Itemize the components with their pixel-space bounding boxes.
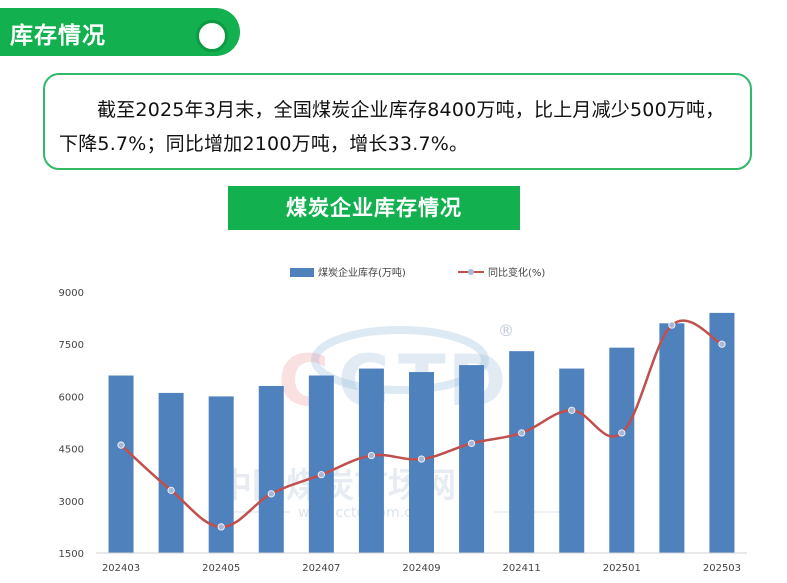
legend-bar-swatch [290,268,314,277]
yoy-point [267,490,275,498]
yoy-point [568,406,576,414]
x-tick-label: 202405 [202,563,240,574]
header-title: 库存情况 [10,23,106,49]
inventory-bar [509,351,535,553]
x-tick-label: 202411 [503,563,541,574]
inventory-chart: C C T D ® 中国煤炭市场网 www.cctd.com.cn 煤炭企业库存… [59,266,747,574]
inventory-bar [559,368,585,553]
yoy-point [317,471,325,479]
y-tick-label: 7500 [59,340,84,351]
header-circle-icon [196,20,228,52]
yoy-point [467,439,476,447]
yoy-point [417,455,426,463]
y-axis: 1500 3000 4500 6000 7500 9000 [59,288,84,560]
y-tick-label: 6000 [59,392,84,403]
yoy-point [167,486,175,494]
yoy-point [618,429,626,437]
legend: 煤炭企业库存(万吨) 同比变化(%) [290,266,545,279]
x-axis: 202403 202405 202407 202409 202411 202501 2025… [102,563,741,574]
inventory-bar [459,365,485,553]
legend-line-dot [468,269,474,275]
summary-box: 截至2025年3月末，全国煤炭企业库存8400万吨，比上月减少500万吨，下降5… [43,73,752,170]
y-tick-label: 9000 [59,288,84,299]
yoy-point [217,523,225,531]
x-tick-label: 202409 [402,563,440,574]
y-tick-label: 3000 [59,497,84,508]
y-tick-label: 4500 [59,445,84,456]
header-bar: 库存情况 [0,8,240,56]
yoy-point [718,340,726,348]
x-tick-label: 202407 [302,563,340,574]
inventory-bar [158,392,184,553]
summary-text: 截至2025年3月末，全国煤炭企业库存8400万吨，比上月减少500万吨，下降5… [59,99,725,155]
inventory-bar [308,375,334,553]
legend-line-label: 同比变化(%) [488,266,545,279]
chart-subtitle: 煤炭企业库存情况 [286,196,462,220]
yoy-point [518,429,526,437]
x-tick-label: 202501 [603,563,641,574]
y-tick-label: 1500 [59,549,84,560]
legend-bar-label: 煤炭企业库存(万吨) [318,266,406,279]
watermark-registered: ® [498,321,514,340]
inventory-bar [609,347,635,553]
inventory-bar [709,312,735,553]
inventory-bar [358,368,384,553]
yoy-point [117,441,125,449]
yoy-point [367,451,376,460]
chart-subtitle-box: 煤炭企业库存情况 [228,186,520,230]
inventory-bar [108,375,134,553]
x-tick-label: 202503 [703,563,741,574]
x-tick-label: 202403 [102,563,140,574]
yoy-point [668,321,676,329]
inventory-bar [659,323,685,553]
inventory-bar [258,385,284,553]
